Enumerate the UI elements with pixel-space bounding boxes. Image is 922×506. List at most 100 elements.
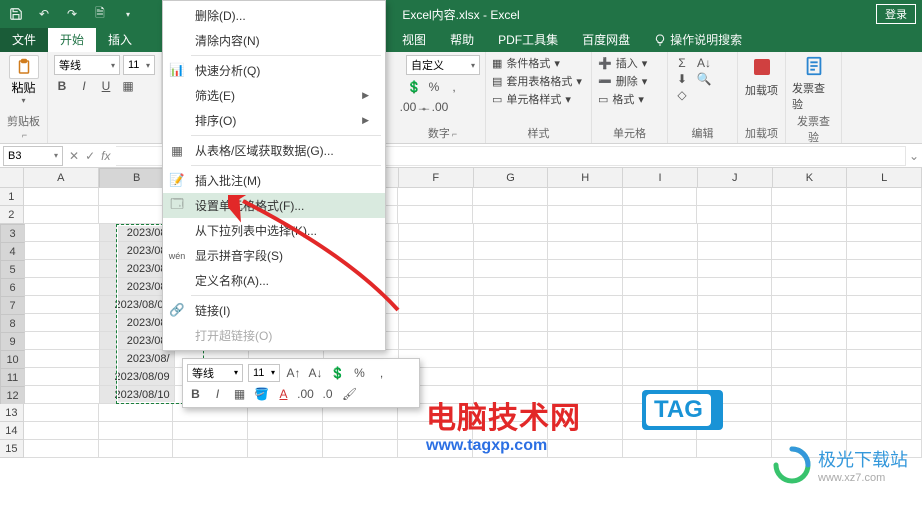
cell[interactable] bbox=[398, 206, 473, 224]
invoice-check-button[interactable]: 发票查验 bbox=[792, 55, 835, 112]
cell[interactable] bbox=[25, 332, 100, 350]
italic-button[interactable]: I bbox=[76, 78, 92, 94]
cell[interactable] bbox=[25, 260, 100, 278]
row-header[interactable]: 3 bbox=[0, 224, 25, 244]
cell[interactable] bbox=[548, 350, 623, 368]
tab-home[interactable]: 开始 bbox=[48, 27, 96, 52]
cell[interactable] bbox=[623, 332, 698, 350]
ctx-quick-analysis[interactable]: 📊快速分析(Q) bbox=[163, 58, 385, 83]
cell[interactable]: 2023/08/09 bbox=[100, 368, 175, 386]
cell[interactable] bbox=[25, 296, 100, 314]
cell[interactable] bbox=[474, 278, 549, 296]
cell[interactable] bbox=[698, 224, 773, 242]
row-header[interactable]: 2 bbox=[0, 206, 24, 224]
find-button[interactable]: 🔍 bbox=[696, 71, 712, 87]
cell[interactable] bbox=[772, 422, 847, 440]
cell[interactable] bbox=[548, 296, 623, 314]
cell[interactable] bbox=[548, 188, 623, 206]
row-header[interactable]: 10 bbox=[0, 350, 25, 370]
percent-button[interactable]: % bbox=[426, 79, 442, 95]
cell[interactable] bbox=[772, 404, 847, 422]
format-cells-button[interactable]: ▭格式 ▾ bbox=[598, 91, 661, 107]
row-header[interactable]: 1 bbox=[0, 188, 24, 206]
mini-percent-button[interactable]: % bbox=[351, 364, 368, 381]
cell[interactable] bbox=[623, 260, 698, 278]
cell[interactable] bbox=[697, 188, 772, 206]
cell[interactable] bbox=[697, 206, 772, 224]
col-K[interactable]: K bbox=[773, 168, 848, 188]
cell[interactable] bbox=[25, 350, 100, 368]
cell[interactable] bbox=[847, 242, 922, 260]
clear-button[interactable]: ◇ bbox=[674, 87, 690, 103]
cell[interactable] bbox=[548, 224, 623, 242]
cell[interactable] bbox=[847, 224, 922, 242]
cell[interactable] bbox=[548, 314, 623, 332]
row-header[interactable]: 4 bbox=[0, 242, 25, 262]
cell[interactable] bbox=[474, 368, 549, 386]
row-header[interactable]: 6 bbox=[0, 278, 25, 298]
cell-styles-button[interactable]: ▭单元格样式 ▾ bbox=[492, 91, 585, 107]
cell[interactable] bbox=[474, 242, 549, 260]
number-format-select[interactable]: 自定义▾ bbox=[406, 55, 480, 75]
font-size-select[interactable]: 11▾ bbox=[123, 55, 155, 75]
cell[interactable] bbox=[697, 440, 772, 458]
shrink-font-button[interactable]: A↓ bbox=[307, 364, 324, 381]
conditional-format-button[interactable]: ▦条件格式 ▾ bbox=[492, 55, 585, 71]
cell[interactable] bbox=[698, 260, 773, 278]
addin-button[interactable]: 加载项 bbox=[744, 55, 779, 98]
cell[interactable] bbox=[24, 422, 99, 440]
cell[interactable] bbox=[25, 224, 100, 242]
fx-icon[interactable]: fx bbox=[101, 149, 110, 163]
cell[interactable] bbox=[25, 368, 100, 386]
cell[interactable] bbox=[548, 242, 623, 260]
currency-button[interactable]: 💲 bbox=[406, 79, 422, 95]
cell[interactable] bbox=[623, 188, 698, 206]
cell[interactable] bbox=[698, 314, 773, 332]
cell[interactable] bbox=[623, 296, 698, 314]
cell[interactable] bbox=[847, 206, 922, 224]
row-header[interactable]: 11 bbox=[0, 368, 25, 388]
formula-bar-expand-icon[interactable]: ⌄ bbox=[906, 149, 922, 163]
cell[interactable] bbox=[847, 386, 922, 404]
print-preview-icon[interactable]: 🗎 bbox=[88, 3, 112, 25]
select-all-corner[interactable] bbox=[0, 168, 24, 188]
cell[interactable] bbox=[847, 296, 922, 314]
tab-pdf[interactable]: PDF工具集 bbox=[486, 27, 570, 52]
col-F[interactable]: F bbox=[399, 168, 474, 188]
row-header[interactable]: 5 bbox=[0, 260, 25, 280]
cell[interactable] bbox=[474, 350, 549, 368]
format-as-table-button[interactable]: ▤套用表格格式 ▾ bbox=[492, 73, 585, 89]
cell[interactable] bbox=[399, 260, 474, 278]
ctx-delete[interactable]: 删除(D)... bbox=[163, 3, 385, 28]
cell[interactable]: 2023/08/ bbox=[100, 350, 175, 368]
delete-cells-button[interactable]: ➖删除 ▾ bbox=[598, 73, 661, 89]
underline-button[interactable]: U bbox=[98, 78, 114, 94]
cell[interactable] bbox=[698, 278, 773, 296]
cell[interactable] bbox=[24, 188, 99, 206]
cell[interactable] bbox=[772, 224, 847, 242]
cell[interactable] bbox=[772, 278, 847, 296]
login-button[interactable]: 登录 bbox=[876, 4, 916, 24]
row-header[interactable]: 12 bbox=[0, 386, 25, 406]
mini-bold-button[interactable]: B bbox=[187, 385, 204, 402]
ctx-clear-contents[interactable]: 清除内容(N) bbox=[163, 28, 385, 53]
cell[interactable] bbox=[25, 242, 100, 260]
cell[interactable] bbox=[847, 278, 922, 296]
row-header[interactable]: 7 bbox=[0, 296, 25, 316]
mini-comma-button[interactable]: , bbox=[373, 364, 390, 381]
mini-font-color-button[interactable]: A bbox=[275, 385, 292, 402]
cell[interactable] bbox=[474, 332, 549, 350]
cell[interactable] bbox=[847, 314, 922, 332]
cell[interactable] bbox=[248, 440, 323, 458]
cell[interactable] bbox=[474, 296, 549, 314]
cell[interactable] bbox=[698, 332, 773, 350]
cell[interactable] bbox=[399, 224, 474, 242]
enter-icon[interactable]: ✓ bbox=[85, 149, 95, 163]
cell[interactable] bbox=[399, 278, 474, 296]
cell[interactable] bbox=[772, 206, 847, 224]
cancel-icon[interactable]: ✕ bbox=[69, 149, 79, 163]
mini-dec-decimal-button[interactable]: .0 bbox=[319, 385, 336, 402]
mini-inc-decimal-button[interactable]: .00 bbox=[297, 385, 314, 402]
cell[interactable] bbox=[623, 278, 698, 296]
mini-fill-color-button[interactable]: 🪣 bbox=[253, 385, 270, 402]
